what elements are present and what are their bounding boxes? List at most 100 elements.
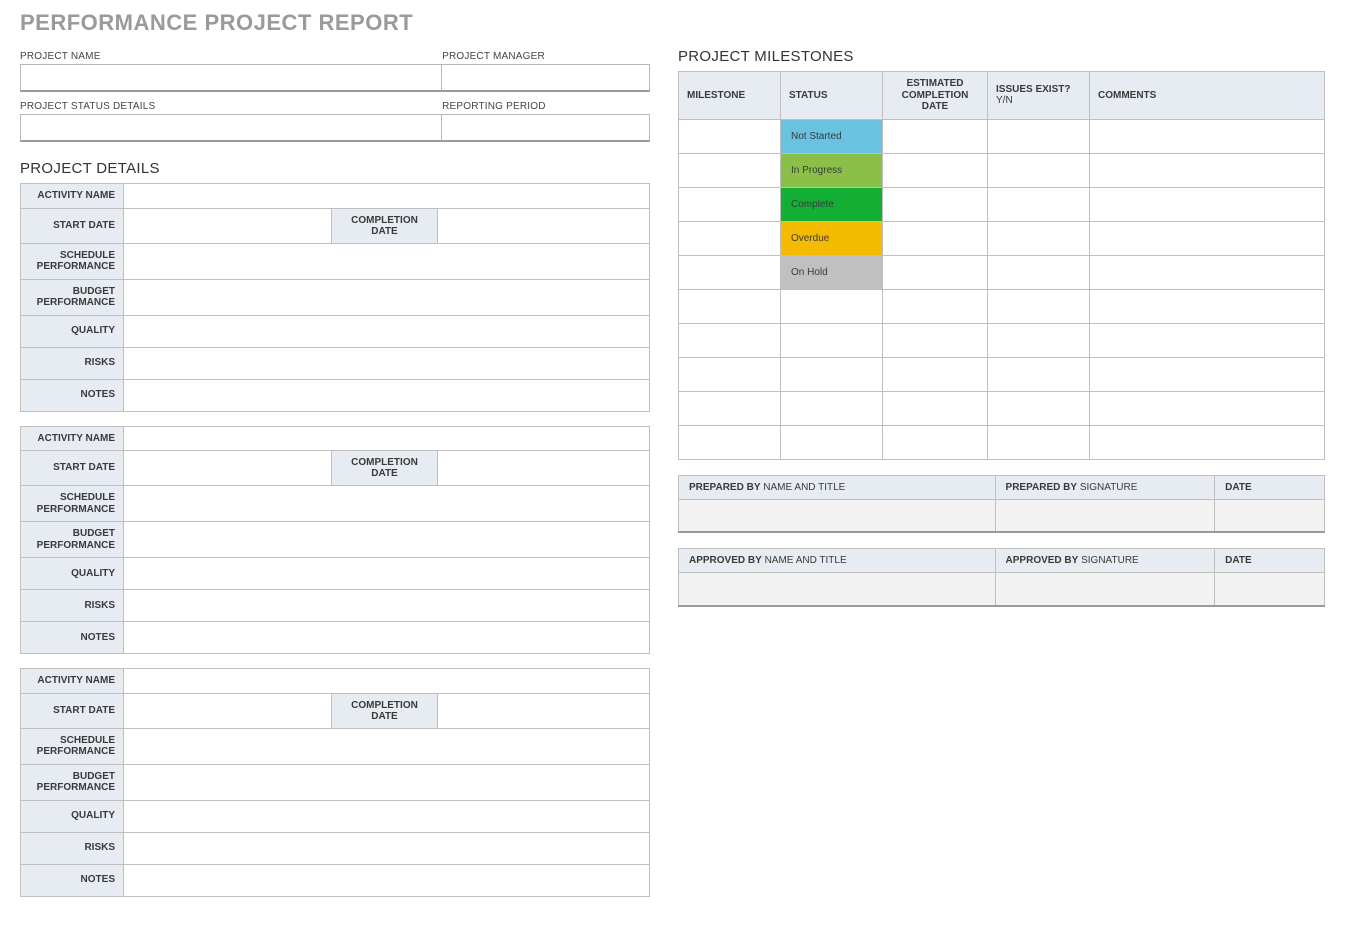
milestone-input[interactable] (689, 334, 770, 346)
quality-input[interactable] (124, 320, 649, 342)
project-manager-input[interactable] (442, 64, 650, 92)
issues-input[interactable] (998, 130, 1079, 142)
est-completion-input[interactable] (893, 402, 977, 414)
notes-input[interactable] (124, 869, 649, 891)
start-date-input[interactable] (124, 215, 331, 237)
quality-input[interactable] (124, 563, 649, 585)
risks-input[interactable] (124, 595, 649, 617)
issues-input[interactable] (998, 266, 1079, 278)
issues-input[interactable] (998, 334, 1079, 346)
completion-date-input[interactable] (438, 215, 649, 237)
comments-input[interactable] (1100, 130, 1314, 142)
activity-name-label: ACTIVITY NAME (21, 184, 124, 209)
status-cell[interactable]: Overdue (781, 221, 883, 255)
comments-input[interactable] (1100, 402, 1314, 414)
est-completion-input[interactable] (893, 130, 977, 142)
comments-input[interactable] (1100, 300, 1314, 312)
schedule-performance-input[interactable] (124, 250, 649, 272)
project-status-input[interactable] (20, 114, 442, 142)
budget-performance-input[interactable] (124, 771, 649, 793)
status-cell[interactable]: Not Started (781, 119, 883, 153)
quality-input[interactable] (124, 805, 649, 827)
milestone-row (679, 391, 1325, 425)
activity-name-input[interactable] (124, 670, 649, 692)
issues-input[interactable] (998, 300, 1079, 312)
issues-input[interactable] (998, 402, 1079, 414)
issues-input[interactable] (998, 368, 1079, 380)
completion-date-input[interactable] (438, 457, 649, 479)
page-title: PERFORMANCE PROJECT REPORT (20, 10, 1325, 36)
notes-input[interactable] (124, 384, 649, 406)
issues-input[interactable] (998, 198, 1079, 210)
est-completion-input[interactable] (893, 232, 977, 244)
prepared-by-name-header: PREPARED BY NAME AND TITLE (679, 475, 996, 499)
completion-date-label: COMPLETION DATE (332, 693, 438, 728)
budget-performance-input[interactable] (124, 529, 649, 551)
milestone-input[interactable] (689, 436, 770, 448)
status-cell[interactable]: Complete (781, 187, 883, 221)
completion-date-input[interactable] (438, 700, 649, 722)
milestone-input[interactable] (689, 232, 770, 244)
start-date-input[interactable] (124, 700, 331, 722)
status-cell[interactable]: In Progress (781, 153, 883, 187)
status-cell[interactable] (781, 425, 883, 459)
est-completion-input[interactable] (893, 198, 977, 210)
est-completion-input[interactable] (893, 266, 977, 278)
status-cell[interactable] (781, 357, 883, 391)
right-column: PROJECT MILESTONES MILESTONE STATUS ESTI… (678, 48, 1325, 911)
comments-input[interactable] (1100, 164, 1314, 176)
est-completion-input[interactable] (893, 368, 977, 380)
milestone-row: On Hold (679, 255, 1325, 289)
project-name-input[interactable] (20, 64, 442, 92)
start-date-label: START DATE (21, 693, 124, 728)
schedule-performance-input[interactable] (124, 735, 649, 757)
milestone-input[interactable] (689, 402, 770, 414)
comments-input[interactable] (1100, 232, 1314, 244)
approved-by-sig-input[interactable] (996, 573, 1215, 605)
status-cell[interactable]: On Hold (781, 255, 883, 289)
milestone-input[interactable] (689, 300, 770, 312)
notes-input[interactable] (124, 627, 649, 649)
activity-name-input[interactable] (124, 185, 649, 207)
comments-input[interactable] (1100, 266, 1314, 278)
milestone-input[interactable] (689, 198, 770, 210)
est-completion-input[interactable] (893, 334, 977, 346)
comments-input[interactable] (1100, 334, 1314, 346)
status-cell[interactable] (781, 289, 883, 323)
milestone-input[interactable] (689, 266, 770, 278)
milestone-row (679, 323, 1325, 357)
comments-input[interactable] (1100, 368, 1314, 380)
milestone-row: Not Started (679, 119, 1325, 153)
reporting-period-label: REPORTING PERIOD (442, 92, 650, 114)
issues-input[interactable] (998, 232, 1079, 244)
activity-name-input[interactable] (124, 427, 649, 449)
comments-input[interactable] (1100, 198, 1314, 210)
issues-input[interactable] (998, 164, 1079, 176)
budget-performance-label: BUDGET PERFORMANCE (21, 764, 124, 800)
risks-label: RISKS (21, 832, 124, 864)
status-cell[interactable] (781, 391, 883, 425)
milestone-input[interactable] (689, 164, 770, 176)
issues-input[interactable] (998, 436, 1079, 448)
milestone-input[interactable] (689, 130, 770, 142)
prepared-by-name-input[interactable] (679, 500, 995, 532)
start-date-input[interactable] (124, 457, 331, 479)
schedule-performance-input[interactable] (124, 493, 649, 515)
prepared-by-sig-input[interactable] (996, 500, 1215, 532)
prepared-by-sig-header: PREPARED BY SIGNATURE (995, 475, 1215, 499)
approved-by-name-input[interactable] (679, 573, 995, 605)
notes-label: NOTES (21, 622, 124, 654)
comments-input[interactable] (1100, 436, 1314, 448)
reporting-period-input[interactable] (442, 114, 650, 142)
est-completion-input[interactable] (893, 436, 977, 448)
prepared-by-date-input[interactable] (1215, 500, 1324, 532)
approved-by-date-input[interactable] (1215, 573, 1324, 605)
budget-performance-input[interactable] (124, 286, 649, 308)
milestone-input[interactable] (689, 368, 770, 380)
risks-input[interactable] (124, 352, 649, 374)
risks-input[interactable] (124, 837, 649, 859)
status-cell[interactable] (781, 323, 883, 357)
est-completion-input[interactable] (893, 300, 977, 312)
header-fields: PROJECT NAME PROJECT MANAGER PROJECT STA… (20, 48, 650, 142)
est-completion-input[interactable] (893, 164, 977, 176)
